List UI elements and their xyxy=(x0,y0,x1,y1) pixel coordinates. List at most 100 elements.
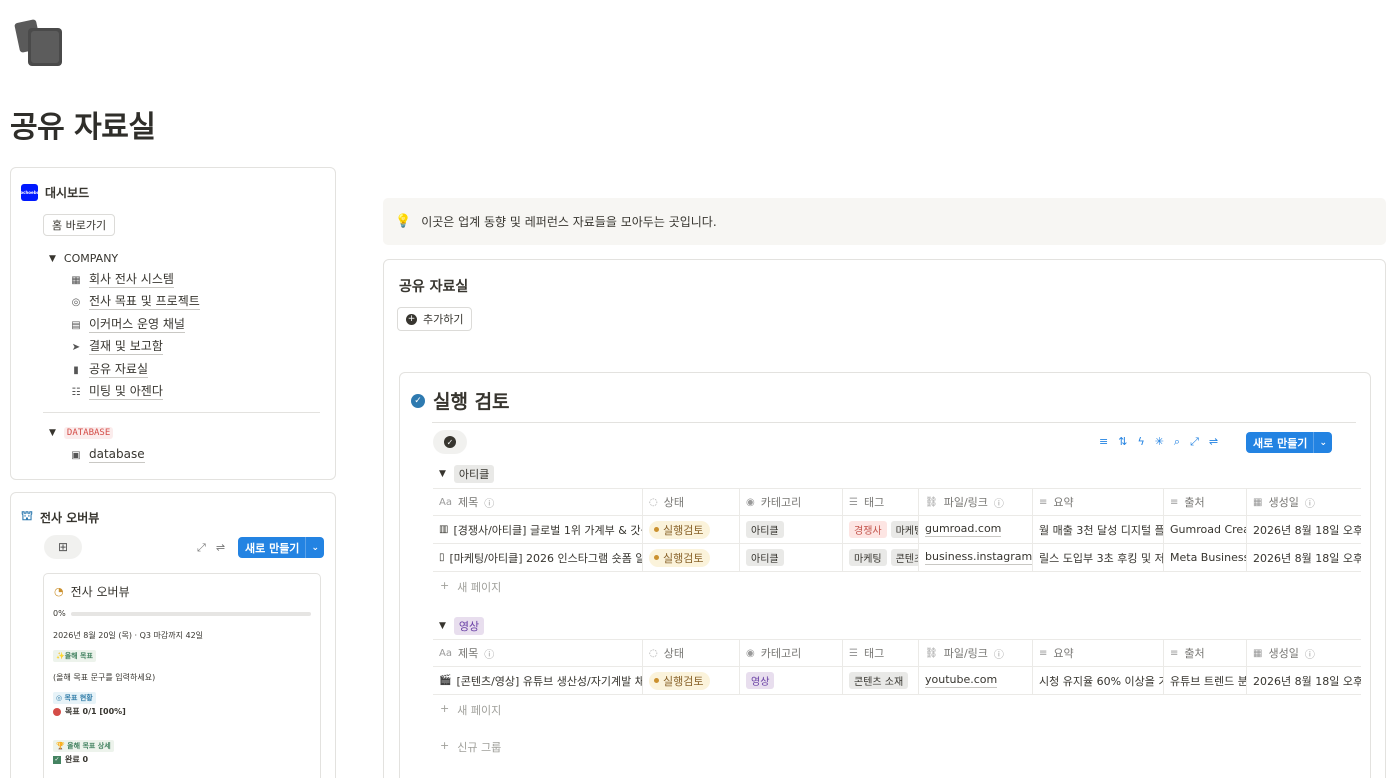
expand-icon[interactable]: ⤢ xyxy=(1190,435,1199,449)
table-row[interactable]: 🎬 [콘텐츠/영상] 유튜브 생산성/자기계발 채널 분석 실행검토 영상 콘텐츠… xyxy=(433,667,1361,695)
view-tab-button[interactable]: ✓ xyxy=(433,430,467,454)
text-lines-icon: ≡ xyxy=(1170,647,1179,659)
row-title[interactable]: [경쟁사/아티클] 글로벌 1위 가계부 & 갓생 템플릿 xyxy=(453,522,642,538)
column-header-category[interactable]: ◉ 카테고리 xyxy=(740,640,843,666)
table-row[interactable]: ▥[경쟁사/아티클] 글로벌 1위 가계부 & 갓생 템플릿 실행검토 아티클 … xyxy=(433,516,1361,544)
settings-sliders-icon[interactable]: ⇌ xyxy=(216,541,225,555)
people-icon: ☷ xyxy=(71,386,81,398)
section-title: 공유 자료실 xyxy=(399,279,469,295)
documents-icon xyxy=(14,19,62,66)
file-link[interactable]: gumroad.com xyxy=(925,522,1002,537)
column-label: 태그 xyxy=(863,647,885,660)
row-title[interactable]: [마케팅/아티클] 2026 인스타그램 숏폼 알고리즘 xyxy=(450,550,642,566)
column-header-link[interactable]: ⛓ 파일/링크 ⓘ xyxy=(919,640,1033,666)
filter-icon[interactable]: ≡ xyxy=(1099,435,1108,449)
column-header-link[interactable]: ⛓ 파일/링크 ⓘ xyxy=(919,489,1033,515)
nav-item-label: database xyxy=(89,447,145,463)
view-new-button[interactable]: 새로 만들기 ⌄ xyxy=(1246,432,1332,453)
category-tag[interactable]: 영상 xyxy=(746,672,775,689)
group-label: 영상 xyxy=(453,617,485,635)
nav-item-database[interactable]: ▣ database xyxy=(69,447,145,463)
column-header-summary[interactable]: ≡ 요약 xyxy=(1033,489,1164,515)
table-row[interactable]: ▯ [마케팅/아티클] 2026 인스타그램 숏폼 알고리즘 실행검토 아티클 마… xyxy=(433,544,1361,572)
tag-chip[interactable]: 콘텐츠 xyxy=(890,549,918,566)
column-label: 상태 xyxy=(663,496,684,509)
overview-header: ⛫ 전사 오버뷰 xyxy=(21,509,99,526)
info-icon: ⓘ xyxy=(993,498,1004,510)
column-header-created[interactable]: ▦ 생성일 ⓘ xyxy=(1247,489,1361,515)
info-icon: ⓘ xyxy=(1304,649,1315,661)
source-text: 유튜브 트렌드 분석 xyxy=(1170,674,1247,688)
status-badge[interactable]: 실행검토 xyxy=(649,548,711,567)
created-date: 2026년 8월 18일 오후 7:30 xyxy=(1253,551,1361,565)
gallery-view-button[interactable]: ⊞ xyxy=(44,535,82,559)
file-link[interactable]: youtube.com xyxy=(925,673,998,688)
goal-placeholder: (올해 목표 문구를 입력하세요) xyxy=(53,673,156,682)
new-group-label: 신규 그룹 xyxy=(457,741,502,754)
new-group-button[interactable]: + 신규 그룹 xyxy=(440,739,501,755)
nav-item-company-system[interactable]: ▦ 회사 전사 시스템 xyxy=(69,272,174,288)
new-page-button[interactable]: + 새 페이지 xyxy=(440,579,501,595)
row-title[interactable]: [콘텐츠/영상] 유튜브 생산성/자기계발 채널 분석 xyxy=(456,673,642,689)
nav-item-approvals[interactable]: ➤ 결재 및 보고함 xyxy=(69,339,163,355)
target-icon: ◎ xyxy=(71,296,81,308)
status-icon: ◌ xyxy=(649,647,658,659)
tag-chip[interactable]: 콘텐츠 소재 xyxy=(849,672,909,689)
chevron-down-icon[interactable]: ⌄ xyxy=(305,537,324,558)
overview-new-button[interactable]: 새로 만들기 ⌄ xyxy=(238,537,324,558)
column-header-tags[interactable]: ☰ 태그 xyxy=(843,489,919,515)
category-tag[interactable]: 아티클 xyxy=(746,549,784,566)
status-badge[interactable]: 실행검토 xyxy=(649,520,711,539)
column-header-source[interactable]: ≡ 출처 xyxy=(1164,640,1247,666)
column-header-status[interactable]: ◌ 상태 xyxy=(643,640,740,666)
status-badge[interactable]: 실행검토 xyxy=(649,671,711,690)
clapper-icon: 🎬 xyxy=(439,675,452,686)
column-header-title[interactable]: Aa 제목 ⓘ xyxy=(433,640,643,666)
column-header-title[interactable]: Aa 제목 ⓘ xyxy=(433,489,643,515)
tag-chip[interactable]: 마케팅 xyxy=(890,521,918,538)
company-toggle[interactable]: ▼ COMPANY xyxy=(49,252,118,265)
tag-chip[interactable]: 마케팅 xyxy=(849,549,887,566)
group-label: 아티클 xyxy=(453,465,495,483)
triangle-down-icon: ▼ xyxy=(49,253,56,264)
database-toggle[interactable]: ▼ DATABASE xyxy=(49,427,114,439)
nav-item-ecommerce[interactable]: ▤ 이커머스 운영 채널 xyxy=(69,317,185,333)
new-page-button[interactable]: + 새 페이지 xyxy=(440,702,501,718)
add-button[interactable]: + 추가하기 xyxy=(397,307,473,331)
sort-icon[interactable]: ⇅ xyxy=(1118,435,1127,449)
nav-item-goals-projects[interactable]: ◎ 전사 목표 및 프로젝트 xyxy=(69,294,200,310)
column-header-summary[interactable]: ≡ 요약 xyxy=(1033,640,1164,666)
column-header-tags[interactable]: ☰ 태그 xyxy=(843,640,919,666)
overview-gallery-card[interactable]: ◔ 전사 오버뷰 0% 2026년 8월 20일 (목) · Q3 마감까지 4… xyxy=(43,573,321,778)
nav-item-label: 이커머스 운영 채널 xyxy=(89,317,185,333)
summary-text: 월 매출 3천 달성 디지털 플래너 xyxy=(1039,523,1164,537)
search-icon[interactable]: ⌕ xyxy=(1174,435,1180,449)
settings-sliders-icon[interactable]: ⇌ xyxy=(1209,435,1218,449)
info-icon: ⓘ xyxy=(484,649,495,661)
lightning-icon[interactable]: ϟ xyxy=(1137,435,1144,449)
column-label: 요약 xyxy=(1053,496,1074,509)
category-tag[interactable]: 아티클 xyxy=(746,521,784,538)
column-header-category[interactable]: ◉ 카테고리 xyxy=(740,489,843,515)
group-toggle-video[interactable]: ▼ 영상 xyxy=(439,617,485,635)
phone-icon: ▯ xyxy=(439,552,445,563)
page-title: 공유 자료실 xyxy=(10,110,156,145)
nav-item-meetings[interactable]: ☷ 미팅 및 아젠다 xyxy=(69,384,163,400)
expand-icon[interactable]: ⤢ xyxy=(197,541,206,555)
column-header-status[interactable]: ◌ 상태 xyxy=(643,489,740,515)
calendar-icon: ▦ xyxy=(1253,496,1263,508)
file-link[interactable]: business.instagram.com xyxy=(925,550,1032,565)
plus-circle-icon: + xyxy=(406,313,417,325)
home-shortcut-button[interactable]: 홈 바로가기 xyxy=(43,214,116,236)
chevron-down-icon[interactable]: ⌄ xyxy=(1313,432,1332,453)
group-toggle-article[interactable]: ▼ 아티클 xyxy=(439,465,495,483)
tag-chip[interactable]: 경쟁사 xyxy=(849,521,887,538)
nav-item-shared-library[interactable]: ▮ 공유 자료실 xyxy=(69,362,149,378)
progress-bar xyxy=(71,612,311,616)
column-header-source[interactable]: ≡ 출처 xyxy=(1164,489,1247,515)
sparkle-icon[interactable]: ✳ xyxy=(1155,435,1164,449)
shared-library-card: 공유 자료실 + 추가하기 ✓ 실행 검토 ✓ ≡ ⇅ ϟ ✳ ⌕ ⤢ ⇌ 새로… xyxy=(383,259,1386,778)
column-header-created[interactable]: ▦ 생성일 ⓘ xyxy=(1247,640,1361,666)
add-button-label: 추가하기 xyxy=(423,313,464,326)
column-label: 카테고리 xyxy=(760,496,802,509)
